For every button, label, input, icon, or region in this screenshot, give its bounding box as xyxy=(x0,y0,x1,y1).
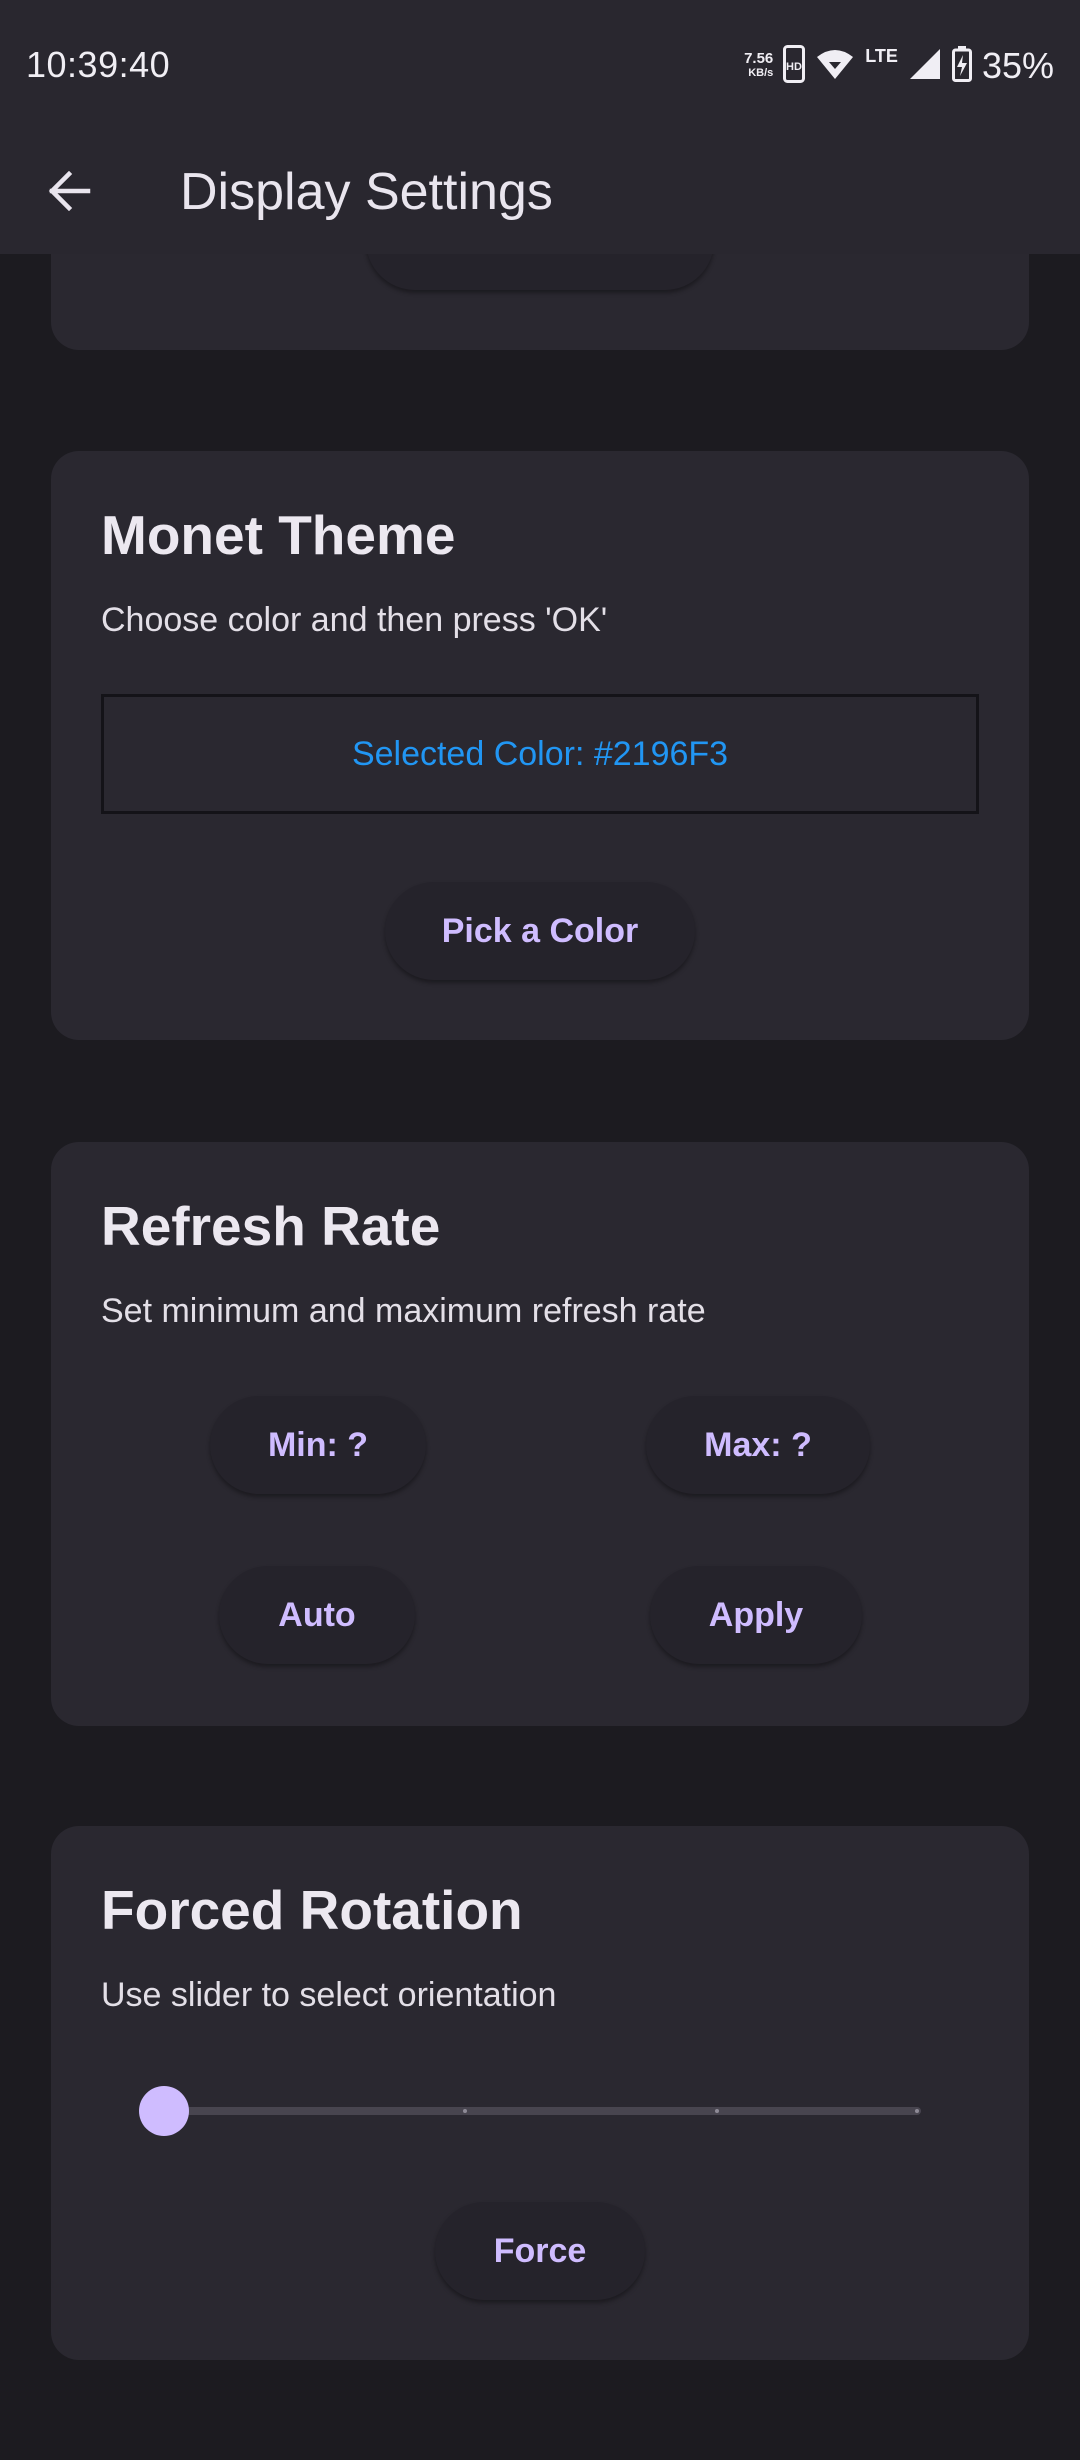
max-refresh-button[interactable]: Max: ? xyxy=(646,1396,870,1494)
lte-label: LTE xyxy=(865,45,898,66)
hd-badge: HD xyxy=(786,61,802,73)
refresh-rate-title: Refresh Rate xyxy=(101,1195,441,1257)
arrow-back-icon xyxy=(48,170,92,216)
orientation-slider[interactable] xyxy=(139,2080,921,2140)
forced-rotation-title: Forced Rotation xyxy=(101,1879,523,1941)
force-rotation-button[interactable]: Force xyxy=(435,2202,645,2300)
selected-color-display: Selected Color: #2196F3 xyxy=(101,694,979,814)
slider-tick xyxy=(463,2109,467,2113)
forced-rotation-card: Forced Rotation Use slider to select ori… xyxy=(51,1826,1029,2360)
slider-thumb[interactable] xyxy=(139,2086,189,2136)
forced-rotation-description: Use slider to select orientation xyxy=(101,1976,557,2014)
status-icons: 7.56 KB/s HD LTE 35% xyxy=(744,44,1054,88)
battery-percent: 35% xyxy=(981,45,1054,86)
hd-icon: HD xyxy=(783,44,806,88)
back-button[interactable] xyxy=(28,158,112,228)
monet-theme-title: Monet Theme xyxy=(101,504,456,566)
slider-track[interactable] xyxy=(139,2107,921,2115)
battery-charging-icon xyxy=(951,45,972,87)
screen: 10:39:40 7.56 KB/s HD LTE 35% Display Se… xyxy=(0,0,1080,2460)
slider-tick xyxy=(715,2109,719,2113)
min-refresh-button[interactable]: Min: ? xyxy=(210,1396,426,1494)
auto-refresh-button[interactable]: Auto xyxy=(219,1566,415,1664)
slider-tick xyxy=(915,2109,919,2113)
apply-refresh-button[interactable]: Apply xyxy=(650,1566,862,1664)
wifi-icon xyxy=(815,47,855,86)
monet-theme-card: Monet Theme Choose color and then press … xyxy=(51,451,1029,1040)
net-speed: 7.56 KB/s xyxy=(744,50,774,80)
net-speed-unit: KB/s xyxy=(748,67,774,79)
status-time: 10:39:40 xyxy=(26,44,171,85)
status-bar: 10:39:40 7.56 KB/s HD LTE 35% xyxy=(0,0,1080,132)
page-title: Display Settings xyxy=(180,163,553,221)
net-speed-value: 7.56 xyxy=(744,50,774,67)
selected-color-label: Selected Color: #2196F3 xyxy=(351,734,729,773)
cell-signal-icon xyxy=(908,47,942,86)
refresh-rate-description: Set minimum and maximum refresh rate xyxy=(101,1292,706,1330)
top-app-bar: Display Settings xyxy=(0,132,1080,254)
refresh-rate-card: Refresh Rate Set minimum and maximum ref… xyxy=(51,1142,1029,1726)
monet-theme-description: Choose color and then press 'OK' xyxy=(101,601,608,639)
pick-color-button[interactable]: Pick a Color xyxy=(385,882,695,980)
